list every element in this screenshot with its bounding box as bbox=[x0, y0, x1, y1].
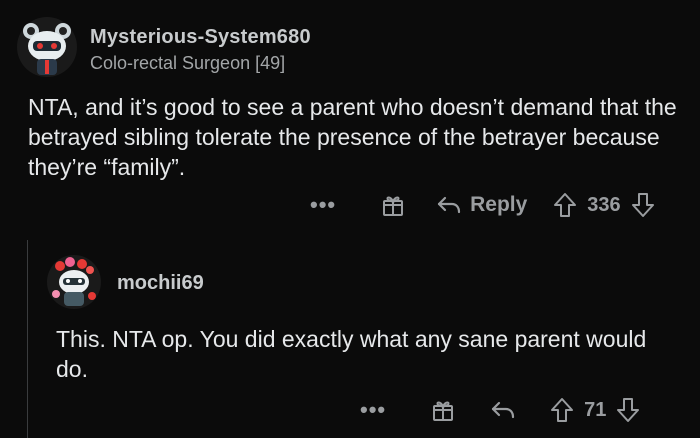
reply-button[interactable]: Reply bbox=[436, 193, 527, 217]
upvote-arrow-icon[interactable] bbox=[550, 397, 574, 423]
vote-count: 71 bbox=[584, 398, 607, 421]
more-options-button[interactable]: ••• bbox=[360, 397, 386, 423]
thread-line[interactable] bbox=[27, 240, 28, 438]
comment-actions: ••• Reply 336 bbox=[310, 190, 655, 220]
reply-label: Reply bbox=[470, 193, 528, 216]
user-flair: Colo-rectal Surgeon [49] bbox=[90, 53, 286, 73]
username[interactable]: mochii69 bbox=[117, 272, 204, 295]
comment-actions: ••• 71 bbox=[360, 395, 640, 425]
downvote-arrow-icon[interactable] bbox=[631, 192, 655, 218]
comment-body: This. NTA op. You did exactly what any s… bbox=[56, 326, 647, 382]
reply-arrow-icon bbox=[436, 194, 462, 216]
avatar[interactable] bbox=[16, 16, 78, 78]
vote-count: 336 bbox=[587, 193, 621, 216]
avatar[interactable] bbox=[46, 254, 102, 310]
comment-body: NTA, and it’s good to see a parent who d… bbox=[28, 94, 677, 180]
more-options-button[interactable]: ••• bbox=[310, 192, 336, 218]
gift-icon[interactable] bbox=[430, 397, 456, 423]
username[interactable]: Mysterious-System680 bbox=[90, 26, 311, 49]
reply-arrow-icon[interactable] bbox=[490, 399, 516, 421]
gift-icon[interactable] bbox=[380, 192, 406, 218]
downvote-arrow-icon[interactable] bbox=[616, 397, 640, 423]
upvote-arrow-icon[interactable] bbox=[553, 192, 577, 218]
comment-thread: Mysterious-System680 Colo-rectal Surgeon… bbox=[0, 0, 700, 438]
